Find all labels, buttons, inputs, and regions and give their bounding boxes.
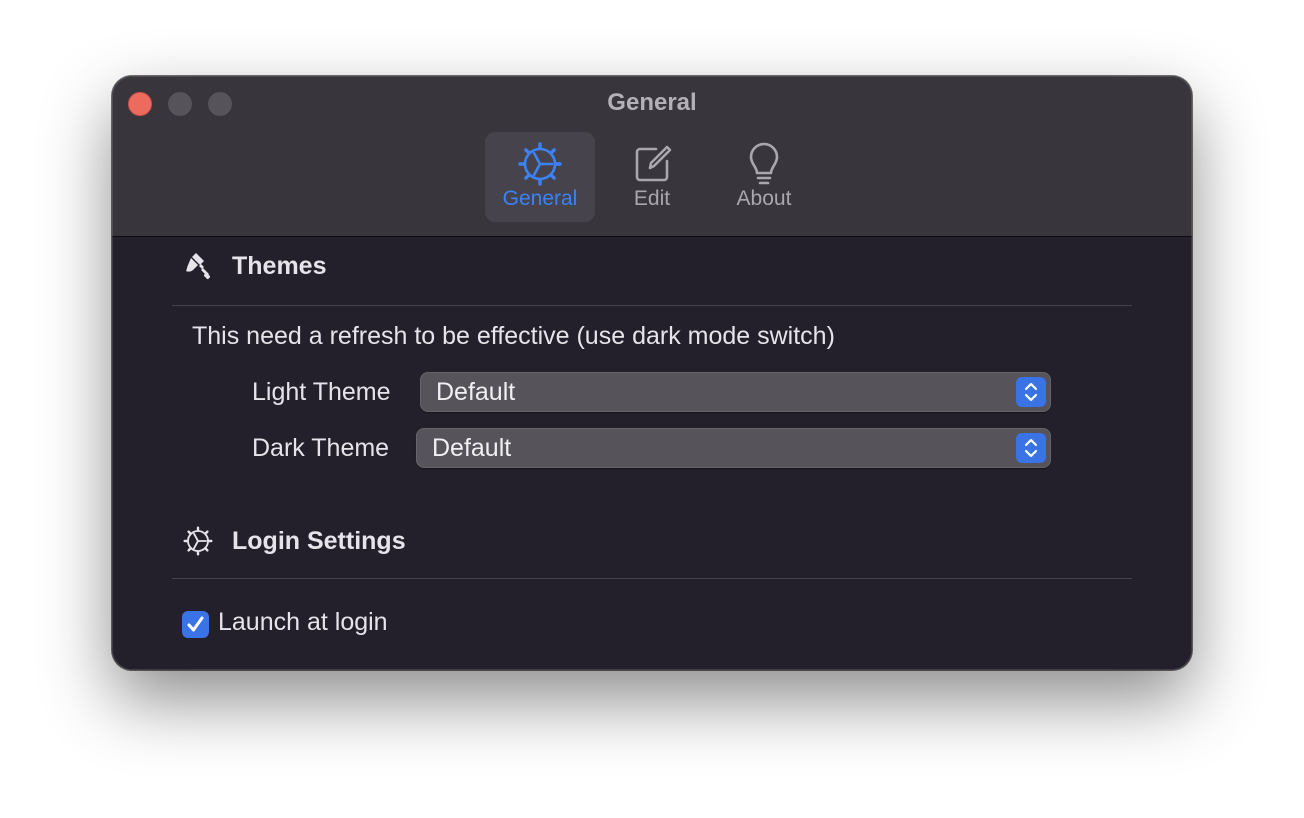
dark-theme-stepper[interactable] [1016,433,1046,463]
divider [172,578,1132,579]
paintbrush-icon [186,253,211,280]
edit-icon [635,145,672,182]
themes-title: Themes [232,252,327,280]
preferences-window: General General Edit About Themes This n… [112,76,1192,670]
chevron-updown-icon [1024,382,1038,402]
tab-general[interactable]: General [485,132,595,222]
light-theme-label: Light Theme [252,378,391,406]
tab-edit-label: Edit [633,187,671,210]
tab-edit[interactable]: Edit [597,132,707,222]
dark-theme-label: Dark Theme [252,434,390,462]
tab-about[interactable]: About [709,132,819,222]
launch-at-login-label[interactable]: Launch at login [218,608,388,637]
light-theme-stepper[interactable] [1016,377,1046,407]
checkmark-icon [187,616,204,632]
lightbulb-icon [749,142,779,185]
dark-theme-select[interactable]: Default [416,428,1051,468]
launch-at-login-checkbox[interactable] [182,611,209,638]
dark-theme-value: Default [432,434,512,462]
light-theme-select[interactable]: Default [420,372,1051,412]
divider [172,305,1132,306]
tab-about-label: About [736,187,792,210]
titlebar: General General Edit About [112,76,1192,237]
gear-icon [518,142,562,186]
tab-general-label: General [502,187,578,210]
chevron-updown-icon [1024,438,1038,458]
gear-icon [183,526,213,556]
window-title: General [607,89,697,116]
themes-note: This need a refresh to be effective (use… [192,322,835,350]
light-theme-value: Default [436,378,516,406]
login-settings-title: Login Settings [232,527,406,555]
